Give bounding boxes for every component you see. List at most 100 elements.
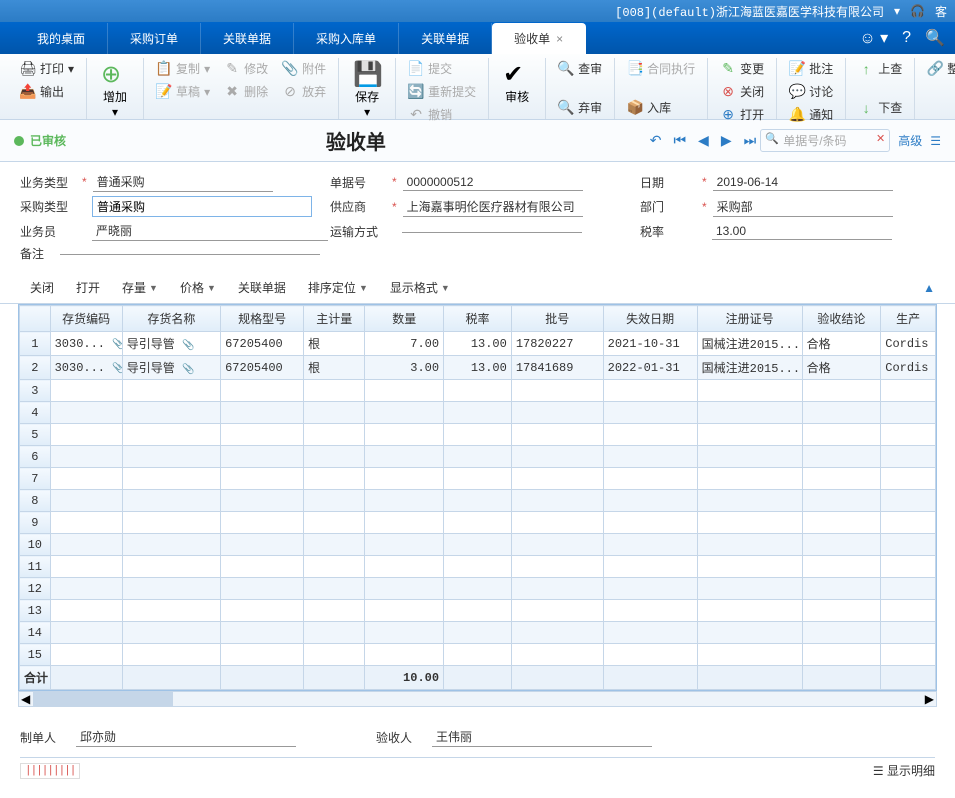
docno-field[interactable]: 0000000512 <box>403 174 583 191</box>
print-button[interactable]: 🖨打印 ▾ <box>16 58 78 79</box>
table-row[interactable]: 12 <box>20 578 936 600</box>
main-tabs: 我的桌面 采购订单 关联单据 采购入库单 关联单据 验收单× ☺ ▾ ? 🔍 <box>0 22 955 54</box>
undo-icon[interactable]: ↶ <box>646 130 666 151</box>
tab-acceptance[interactable]: 验收单× <box>492 23 586 54</box>
col-batch[interactable]: 批号 <box>511 306 603 332</box>
contract-button: 📑合同执行 <box>623 58 699 79</box>
col-rownum[interactable] <box>20 306 51 332</box>
upquery-button[interactable]: ↑上查 <box>854 58 906 79</box>
table-row[interactable]: 11 <box>20 556 936 578</box>
dept-label: 部门 <box>640 198 696 215</box>
horizontal-scrollbar[interactable]: ◀ ▶ <box>18 691 937 707</box>
search-icon[interactable]: 🔍 <box>925 28 945 48</box>
col-qty[interactable]: 数量 <box>365 306 444 332</box>
table-row[interactable]: 7 <box>20 468 936 490</box>
table-row[interactable]: 13030... 📎导引导管 📎67205400根7.0013.00178202… <box>20 332 936 356</box>
sub-sort[interactable]: 排序定位▼ <box>298 276 378 299</box>
detail-toggle[interactable]: ☰ 显示明细 <box>873 762 935 779</box>
reject-button[interactable]: 🔍弃审 <box>554 97 606 118</box>
advanced-link[interactable]: 高级 <box>898 132 922 149</box>
search-input[interactable]: 单据号/条码 <box>760 129 890 152</box>
supplier-field[interactable]: 上海嘉事明伦医疗器材有限公司 <box>403 197 583 217</box>
close-button[interactable]: ⊗关闭 <box>716 81 768 102</box>
clerk-field[interactable]: 严晓丽 <box>92 221 328 241</box>
col-result[interactable]: 验收结论 <box>802 306 881 332</box>
sub-price[interactable]: 价格▼ <box>170 276 226 299</box>
export-button[interactable]: 📤输出 <box>16 81 78 102</box>
col-code[interactable]: 存货编码 <box>50 306 122 332</box>
scroll-up-icon[interactable]: ▲ <box>923 281 935 295</box>
sub-close[interactable]: 关闭 <box>20 276 64 299</box>
table-row[interactable]: 10 <box>20 534 936 556</box>
table-row[interactable]: 15 <box>20 644 936 666</box>
dept-field[interactable]: 采购部 <box>713 197 893 217</box>
maker-label: 制单人 <box>20 729 76 746</box>
sub-display[interactable]: 显示格式▼ <box>380 276 460 299</box>
downquery-button[interactable]: ↓下查 <box>854 97 906 118</box>
table-row[interactable]: 8 <box>20 490 936 512</box>
tab-purchase-in[interactable]: 采购入库单 <box>294 23 399 54</box>
tab-assoc-1[interactable]: 关联单据 <box>201 23 294 54</box>
sub-stock[interactable]: 存量▼ <box>112 276 168 299</box>
taxrate-field[interactable]: 13.00 <box>712 223 892 240</box>
footer-form: 制单人邱亦勋 验收人王伟丽 <box>0 707 955 753</box>
review-button[interactable]: 🔍查审 <box>554 58 606 79</box>
table-row[interactable]: 6 <box>20 446 936 468</box>
date-label: 日期 <box>640 174 696 191</box>
receiver-field[interactable]: 王伟丽 <box>432 727 652 747</box>
col-reg[interactable]: 注册证号 <box>697 306 802 332</box>
smiley-icon[interactable]: ☺ ▾ <box>859 28 888 48</box>
wholeassoc-button[interactable]: 🔗整单关联 <box>923 58 955 79</box>
copy-button[interactable]: 📋复制 ▾ <box>152 58 214 79</box>
open-button[interactable]: ⊕打开 <box>716 104 768 125</box>
col-mfr[interactable]: 生产 <box>881 306 936 332</box>
notify-button[interactable]: 🔔通知 <box>785 104 837 125</box>
barcode-icon[interactable]: ||||||||| <box>20 763 80 779</box>
tab-purchase-order[interactable]: 采购订单 <box>108 23 201 54</box>
biztype-field[interactable]: 普通采购 <box>93 172 273 192</box>
taxrate-label: 税率 <box>640 223 696 240</box>
table-row[interactable]: 4 <box>20 402 936 424</box>
status-bar: 已审核 验收单 ↶ ⏮ ◀ ▶ ⏭ 单据号/条码 高级 ☰ <box>0 120 955 162</box>
receiver-label: 验收人 <box>376 729 432 746</box>
last-icon[interactable]: ⏭ <box>740 130 761 151</box>
discuss-button[interactable]: 💬讨论 <box>785 81 837 102</box>
col-expire[interactable]: 失效日期 <box>603 306 697 332</box>
col-tax[interactable]: 税率 <box>444 306 512 332</box>
purchtype-field[interactable]: 普通采购 <box>92 196 312 217</box>
submit-button: 📄提交 <box>404 58 480 79</box>
col-uom[interactable]: 主计量 <box>304 306 365 332</box>
remark-field[interactable] <box>60 252 320 255</box>
add-button[interactable]: ⊕增加 ▾ <box>95 58 135 121</box>
tab-desktop[interactable]: 我的桌面 <box>15 23 108 54</box>
col-spec[interactable]: 规格型号 <box>221 306 304 332</box>
tab-assoc-2[interactable]: 关联单据 <box>399 23 492 54</box>
table-row[interactable]: 9 <box>20 512 936 534</box>
col-name[interactable]: 存货名称 <box>122 306 220 332</box>
table-row[interactable]: 23030... 📎导引导管 📎67205400根3.0013.00178416… <box>20 356 936 380</box>
detail-grid: 存货编码 存货名称 规格型号 主计量 数量 税率 批号 失效日期 注册证号 验收… <box>18 304 937 691</box>
shipmode-field[interactable] <box>402 230 582 233</box>
sub-assoc[interactable]: 关联单据 <box>228 276 296 299</box>
delete-button: ✖删除 <box>220 81 272 102</box>
save-button: 💾保存 ▾ <box>347 58 387 121</box>
sub-open[interactable]: 打开 <box>66 276 110 299</box>
approve-button[interactable]: 📝批注 <box>785 58 837 79</box>
first-icon[interactable]: ⏮ <box>669 130 690 151</box>
table-row[interactable]: 5 <box>20 424 936 446</box>
support-icon[interactable]: 🎧 <box>910 4 925 18</box>
table-row[interactable]: 3 <box>20 380 936 402</box>
attach-button: 📎附件 <box>278 58 330 79</box>
close-icon[interactable]: × <box>556 32 563 46</box>
change-button[interactable]: ✎变更 <box>716 58 768 79</box>
table-row[interactable]: 14 <box>20 622 936 644</box>
table-row[interactable]: 13 <box>20 600 936 622</box>
help-icon[interactable]: ? <box>902 29 911 47</box>
maker-field[interactable]: 邱亦勋 <box>76 727 296 747</box>
next-icon[interactable]: ▶ <box>717 130 736 151</box>
instock-button[interactable]: 📦入库 <box>623 97 699 118</box>
date-field[interactable]: 2019-06-14 <box>713 174 893 191</box>
prev-icon[interactable]: ◀ <box>694 130 713 151</box>
list-icon[interactable]: ☰ <box>930 134 941 148</box>
dropdown-icon[interactable]: ▾ <box>894 4 900 18</box>
